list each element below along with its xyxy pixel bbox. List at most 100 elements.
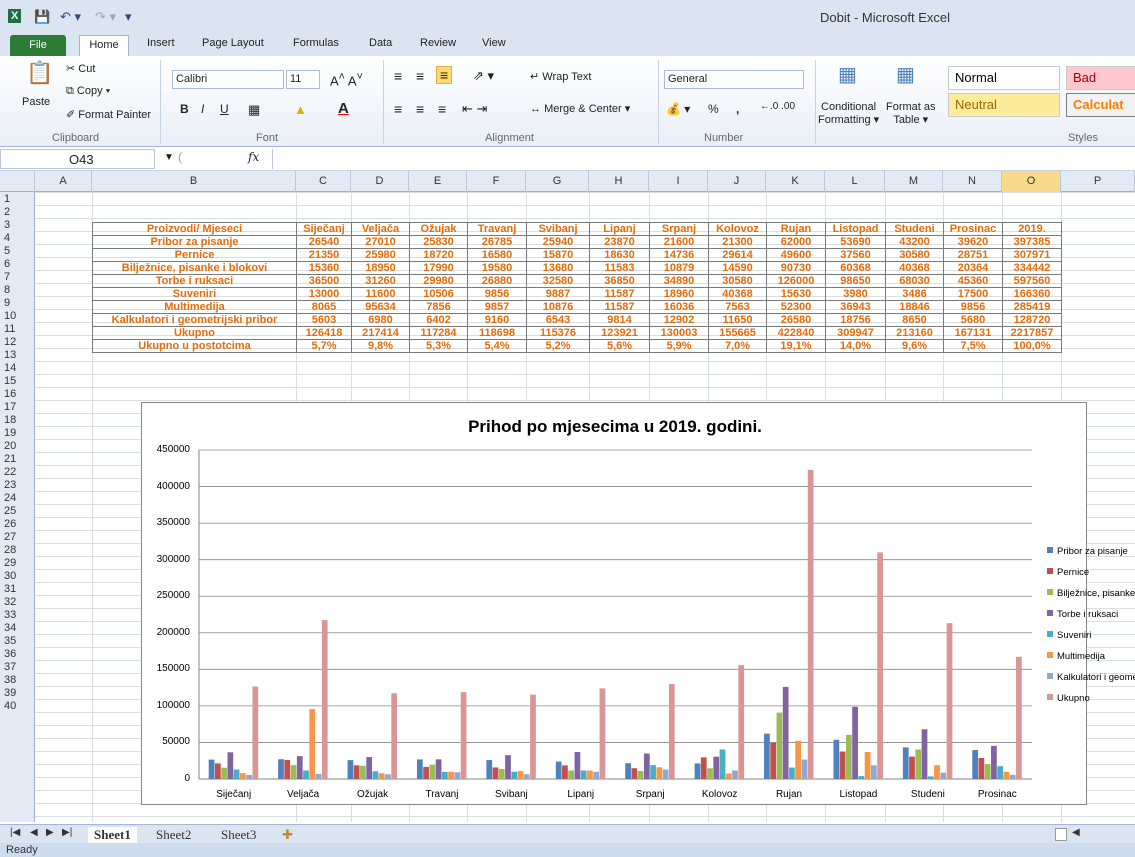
table-cell[interactable]: 68030 <box>885 274 944 288</box>
bar[interactable] <box>719 749 726 779</box>
bar[interactable] <box>713 756 720 779</box>
table-header-cell[interactable]: Prosinac <box>943 222 1003 236</box>
align-right-icon[interactable]: ≡ <box>438 101 446 117</box>
bar[interactable] <box>668 683 675 779</box>
table-cell[interactable]: 10879 <box>649 261 709 275</box>
bar[interactable] <box>978 757 985 779</box>
table-header-cell[interactable]: Lipanj <box>589 222 650 236</box>
undo-icon[interactable]: ↶ ▾ <box>60 9 81 25</box>
row-header[interactable]: 3 <box>0 219 35 232</box>
table-cell[interactable]: 26785 <box>467 235 527 249</box>
table-header-cell[interactable]: Rujan <box>766 222 826 236</box>
table-cell[interactable]: 95634 <box>351 300 410 314</box>
bar[interactable] <box>764 733 770 779</box>
row-header[interactable]: 32 <box>0 596 35 609</box>
table-cell[interactable]: 29614 <box>708 248 767 262</box>
table-cell[interactable]: Torbe i ruksaci <box>92 274 297 288</box>
row-header[interactable]: 8 <box>0 284 35 297</box>
table-cell[interactable]: 118698 <box>467 326 527 340</box>
table-cell[interactable]: 5,3% <box>409 339 468 353</box>
conditional-formatting-button[interactable]: Conditional Formatting ▾ <box>818 101 879 127</box>
column-header[interactable]: P <box>1061 171 1135 192</box>
bar[interactable] <box>593 771 600 779</box>
table-cell[interactable]: 14590 <box>708 261 767 275</box>
bar[interactable] <box>839 751 846 779</box>
bar[interactable] <box>517 771 524 779</box>
table-header-cell[interactable]: Kolovoz <box>708 222 767 236</box>
bar[interactable] <box>662 769 669 779</box>
formula-input[interactable] <box>272 149 1132 169</box>
legend-item[interactable]: Suveniri <box>1047 630 1091 641</box>
indent-icon[interactable]: ⇤ ⇥ <box>462 101 487 117</box>
bar[interactable] <box>423 766 429 779</box>
row-header[interactable]: 20 <box>0 440 35 453</box>
bar[interactable] <box>221 767 227 779</box>
table-cell[interactable]: 9,6% <box>885 339 944 353</box>
legend-item[interactable]: Multimedija <box>1047 651 1105 662</box>
percent-button[interactable]: % <box>708 102 719 116</box>
bar[interactable] <box>347 760 354 779</box>
bar[interactable] <box>707 768 713 779</box>
table-cell[interactable]: 307971 <box>1002 248 1062 262</box>
bar[interactable] <box>252 686 259 779</box>
table-cell[interactable]: 5603 <box>296 313 352 327</box>
row-header[interactable]: 6 <box>0 258 35 271</box>
bar[interactable] <box>700 757 707 779</box>
borders-icon[interactable]: ▦ <box>248 102 260 118</box>
table-cell[interactable]: 25940 <box>526 235 590 249</box>
tab-file[interactable]: File <box>10 35 66 56</box>
column-header[interactable]: H <box>589 171 649 192</box>
bar[interactable] <box>694 763 701 779</box>
legend-item[interactable]: Pernice <box>1047 567 1089 578</box>
table-cell[interactable]: 217414 <box>351 326 410 340</box>
table-cell[interactable]: 11650 <box>708 313 767 327</box>
table-cell[interactable]: 16580 <box>467 248 527 262</box>
bar[interactable] <box>807 469 814 779</box>
bar[interactable] <box>870 765 877 779</box>
table-cell[interactable]: 16036 <box>649 300 709 314</box>
bar[interactable] <box>927 776 934 779</box>
bar[interactable] <box>555 761 562 779</box>
column-header[interactable]: D <box>351 171 409 192</box>
table-header-cell[interactable]: Svibanj <box>526 222 590 236</box>
last-sheet-icon[interactable]: ▶| <box>62 827 72 838</box>
column-header[interactable]: G <box>526 171 589 192</box>
table-cell[interactable]: 20364 <box>943 261 1003 275</box>
wrap-text-button[interactable]: ↵ Wrap Text <box>530 70 591 83</box>
table-cell[interactable]: 166360 <box>1002 287 1062 301</box>
table-cell[interactable]: Pernice <box>92 248 297 262</box>
row-header[interactable]: 9 <box>0 297 35 310</box>
bar[interactable] <box>934 765 940 779</box>
bar[interactable] <box>833 739 840 779</box>
number-format-combo[interactable]: General <box>664 70 804 89</box>
bar[interactable] <box>296 756 303 779</box>
row-header[interactable]: 39 <box>0 687 35 700</box>
bar[interactable] <box>946 623 953 779</box>
bar[interactable] <box>435 759 442 779</box>
table-cell[interactable]: 334442 <box>1002 261 1062 275</box>
tab-home[interactable]: Home <box>79 35 129 56</box>
h-scroll-split-icon[interactable] <box>1055 828 1067 841</box>
table-cell[interactable]: 30580 <box>885 248 944 262</box>
column-header[interactable]: N <box>943 171 1002 192</box>
fill-color-icon[interactable]: ▲ <box>294 102 307 117</box>
bar[interactable] <box>315 773 322 779</box>
bar[interactable] <box>568 770 575 779</box>
bar[interactable] <box>562 765 568 779</box>
table-header-cell[interactable]: Ožujak <box>409 222 468 236</box>
table-cell[interactable]: 9856 <box>467 287 527 301</box>
row-header[interactable]: 16 <box>0 388 35 401</box>
sheet-tab-3[interactable]: Sheet3 <box>221 827 256 843</box>
table-cell[interactable]: 17990 <box>409 261 468 275</box>
align-left-icon[interactable]: ≡ <box>394 101 402 117</box>
insert-function-icon[interactable]: fx <box>248 150 259 164</box>
table-cell[interactable]: 422840 <box>766 326 826 340</box>
table-cell[interactable]: 13680 <box>526 261 590 275</box>
tab-insert[interactable]: Insert <box>147 37 175 49</box>
table-cell[interactable]: 309947 <box>825 326 886 340</box>
table-header-cell[interactable]: Srpanj <box>649 222 709 236</box>
bar[interactable] <box>915 749 922 779</box>
table-cell[interactable]: 18756 <box>825 313 886 327</box>
name-box[interactable]: O43 <box>0 149 155 169</box>
first-sheet-icon[interactable]: |◀ <box>10 827 20 838</box>
